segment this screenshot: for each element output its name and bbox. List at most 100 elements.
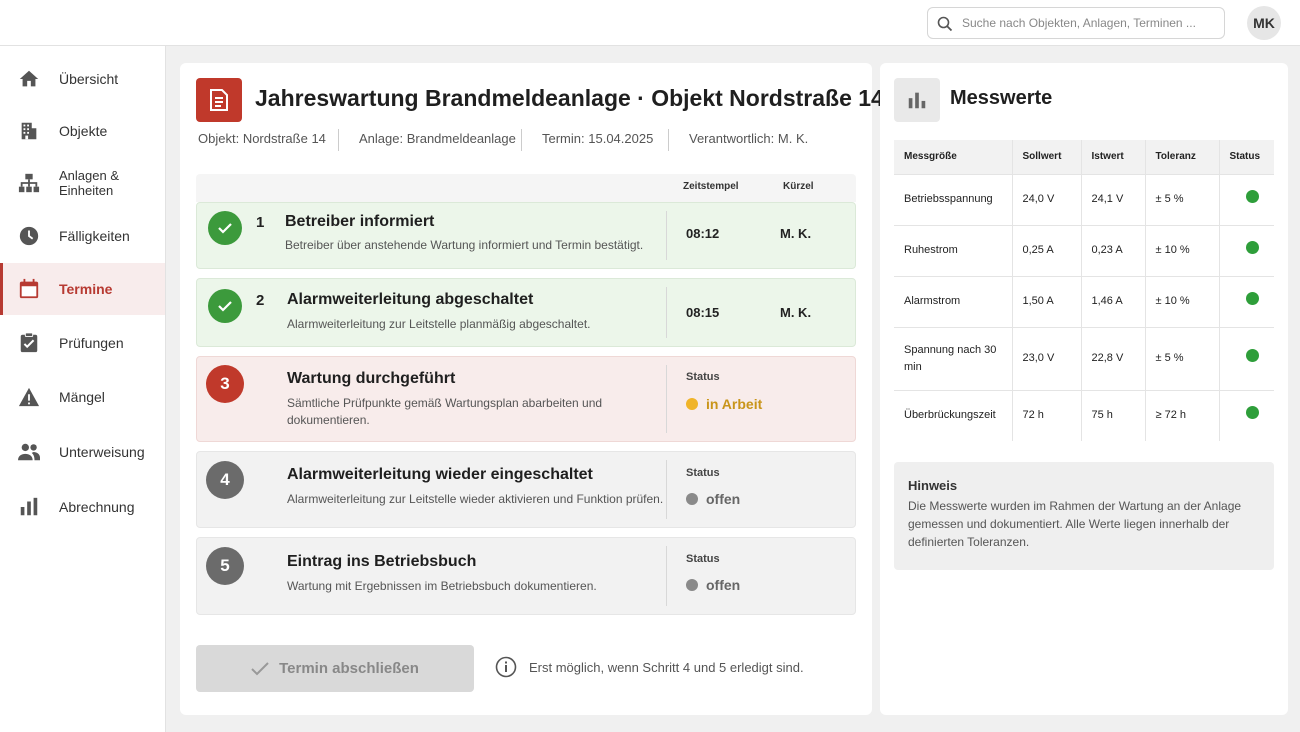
- step-divider: [666, 287, 667, 338]
- table-header-row: Messgröße Sollwert Istwert Toleranz Stat…: [894, 140, 1274, 174]
- meta-divider: [668, 129, 669, 151]
- cell-soll: 0,25 A: [1012, 224, 1082, 276]
- finish-appointment-button[interactable]: Termin abschließen: [196, 645, 474, 692]
- step-number: 2: [256, 292, 265, 309]
- cell-ist: 75 h: [1081, 389, 1146, 441]
- step-4[interactable]: 4 Alarmweiterleitung wieder eingeschalte…: [196, 451, 856, 528]
- finish-hint: Erst möglich, wenn Schritt 4 und 5 erled…: [495, 656, 804, 678]
- check-icon: [251, 661, 269, 675]
- step-timestamp: 08:12: [686, 226, 720, 241]
- cell-ist: 24,1 V: [1081, 173, 1146, 225]
- sidebar-item-pruefungen[interactable]: Prüfungen: [0, 317, 165, 369]
- column-header-zeitstempel: Zeitstempel: [683, 181, 739, 192]
- sidebar-item-unterweisung[interactable]: Unterweisung: [0, 426, 165, 478]
- column-header: Sollwert: [1012, 140, 1082, 174]
- status-ok-icon: [1245, 241, 1259, 254]
- cell-ist: 22,8 V: [1081, 326, 1146, 390]
- status-dot-icon: [686, 493, 698, 505]
- step-timestamp: 08:15: [686, 305, 720, 320]
- warning-icon: [18, 387, 40, 407]
- cell-soll: 23,0 V: [1012, 326, 1082, 390]
- hint-text: Die Messwerte wurden im Rahmen der Wartu…: [908, 499, 1242, 549]
- cell-tol: ± 10 %: [1145, 275, 1220, 327]
- cell-status: [1219, 389, 1274, 441]
- cell-ist: 0,23 A: [1081, 224, 1146, 276]
- status-ok-icon: [1245, 349, 1259, 362]
- meta-divider: [521, 129, 522, 151]
- sidebar-item-uebersicht[interactable]: Übersicht: [0, 53, 165, 105]
- sidebar-item-label: Anlagen & Einheiten: [59, 168, 119, 198]
- clock-icon: [19, 226, 39, 246]
- step-divider: [666, 211, 667, 260]
- table-row: Ruhestrom 0,25 A 0,23 A ± 10 %: [894, 224, 1274, 276]
- step-2[interactable]: 2 Alarmweiterleitung abgeschaltet Alarmw…: [196, 278, 856, 347]
- status-ok-icon: [1245, 190, 1259, 203]
- status-label: Status: [686, 371, 720, 383]
- cell-name: Alarmstrom: [894, 275, 1013, 327]
- status-value: in Arbeit: [686, 396, 762, 412]
- status-ok-icon: [1245, 406, 1259, 420]
- table-row: Überbrückungszeit 72 h 75 h ≥ 72 h: [894, 389, 1274, 441]
- sidebar-item-objekte[interactable]: Objekte: [0, 105, 165, 157]
- step-number-badge: 4: [206, 461, 244, 499]
- sidebar-item-label: Prüfungen: [59, 335, 124, 351]
- status-value: offen: [686, 577, 740, 593]
- hint-box: Hinweis Die Messwerte wurden im Rahmen d…: [894, 462, 1274, 570]
- info-icon: [495, 656, 517, 678]
- column-header: Istwert: [1081, 140, 1146, 174]
- table-row: Alarmstrom 1,50 A 1,46 A ± 10 %: [894, 275, 1274, 327]
- step-number-badge: 3: [206, 365, 244, 403]
- sidebar-item-anlagen[interactable]: Anlagen & Einheiten: [0, 157, 165, 209]
- measurements-table: Messgröße Sollwert Istwert Toleranz Stat…: [894, 140, 1274, 441]
- column-header: Messgröße: [894, 140, 1013, 174]
- status-dot-icon: [686, 398, 698, 410]
- meta-objekt: Objekt: Nordstraße 14: [198, 131, 326, 146]
- sidebar-item-abrechnung[interactable]: Abrechnung: [0, 481, 165, 533]
- search-icon: [937, 16, 953, 32]
- sidebar-item-label: Übersicht: [59, 71, 119, 87]
- step-divider: [666, 365, 667, 433]
- status-ok-icon: [1245, 292, 1259, 305]
- cell-name: Überbrückungszeit: [894, 389, 1013, 441]
- people-icon: [18, 443, 40, 461]
- steps-table-header: [196, 174, 856, 202]
- sidebar-item-termine[interactable]: Termine: [0, 263, 165, 315]
- bar-chart-icon: [20, 497, 38, 516]
- step-3[interactable]: 3 Wartung durchgeführt Sämtliche Prüfpun…: [196, 356, 856, 442]
- sidebar-item-faelligkeiten[interactable]: Fälligkeiten: [0, 210, 165, 262]
- cell-ist: 1,46 A: [1081, 275, 1146, 327]
- sidebar-item-label: Fälligkeiten: [59, 228, 130, 244]
- cell-soll: 1,50 A: [1012, 275, 1082, 327]
- table-row: Betriebsspannung 24,0 V 24,1 V ± 5 %: [894, 173, 1274, 225]
- sidebar-item-maengel[interactable]: Mängel: [0, 371, 165, 423]
- cell-name: Betriebsspannung: [894, 173, 1013, 225]
- step-initials: M. K.: [780, 305, 812, 320]
- step-5[interactable]: 5 Eintrag ins Betriebsbuch Wartung mit E…: [196, 537, 856, 615]
- table-row: Spannung nach 30 min 23,0 V 22,8 V ± 5 %: [894, 326, 1274, 390]
- cell-tol: ± 5 %: [1145, 173, 1220, 225]
- cell-status: [1219, 275, 1274, 327]
- cell-name: Ruhestrom: [894, 224, 1013, 276]
- search-box[interactable]: [927, 7, 1225, 39]
- check-icon: [208, 211, 242, 245]
- step-divider: [666, 546, 667, 606]
- step-title: Alarmweiterleitung abgeschaltet: [287, 291, 534, 308]
- column-header: Toleranz: [1145, 140, 1220, 174]
- cell-tol: ± 10 %: [1145, 224, 1220, 276]
- meta-termin: Termin: 15.04.2025: [542, 131, 654, 146]
- building-icon: [21, 122, 37, 140]
- status-label: Status: [686, 467, 720, 479]
- step-divider: [666, 460, 667, 519]
- search-input[interactable]: [962, 8, 1220, 38]
- measurements-panel: Messwerte Messgröße Sollwert Istwert Tol…: [880, 63, 1288, 715]
- step-title: Eintrag ins Betriebsbuch: [287, 553, 477, 570]
- step-description: Alarmweiterleitung zur Leitstelle wieder…: [287, 492, 664, 506]
- step-initials: M. K.: [780, 226, 812, 241]
- cell-name: Spannung nach 30 min: [894, 326, 1013, 390]
- cell-tol: ± 5 %: [1145, 326, 1220, 390]
- status-value: offen: [686, 491, 740, 507]
- step-1[interactable]: 1 Betreiber informiert Betreiber über an…: [196, 202, 856, 269]
- sidebar-item-label: Mängel: [59, 389, 105, 405]
- cell-soll: 24,0 V: [1012, 173, 1082, 225]
- avatar[interactable]: MK: [1247, 6, 1281, 40]
